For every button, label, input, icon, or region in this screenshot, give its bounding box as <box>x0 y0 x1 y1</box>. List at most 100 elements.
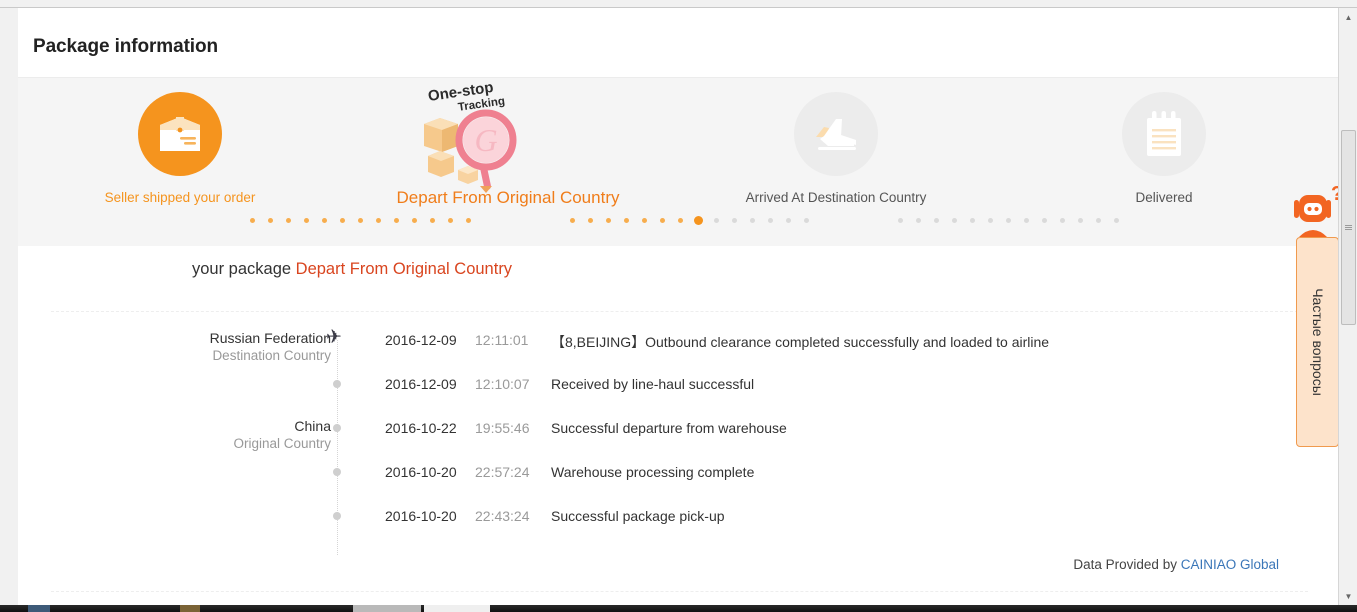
bullet-icon <box>331 378 343 390</box>
progress-dot <box>412 218 417 223</box>
progress-dot <box>394 218 399 223</box>
progress-dot <box>916 218 921 223</box>
progress-dot <box>358 218 363 223</box>
progress-step-delivered[interactable]: Delivered <box>1064 78 1264 205</box>
event-description: Successful package pick-up <box>551 508 725 524</box>
event-country-role: Original Country <box>233 436 331 451</box>
progress-dot <box>898 218 903 223</box>
scrollbar-thumb[interactable] <box>1341 130 1356 325</box>
progress-dot <box>988 218 993 223</box>
bullet-icon <box>331 422 343 434</box>
event-date: 2016-12-09 <box>385 376 457 392</box>
provider-prefix: Data Provided by <box>1073 557 1181 572</box>
taskbar-item[interactable] <box>180 605 200 612</box>
progress-dot <box>286 218 291 223</box>
bullet-icon <box>331 510 343 522</box>
taskbar-item[interactable] <box>28 605 50 612</box>
event-description: 【8,BEIJING】Outbound clearance completed … <box>551 334 1050 350</box>
tracking-events-list: Russian Federation Destination Country ✈ 20… <box>18 326 1338 555</box>
browser-chrome-strip <box>0 0 1357 8</box>
progress-step-arrived-destination[interactable]: Arrived At Destination Country <box>736 78 936 205</box>
progress-dot <box>786 218 791 223</box>
tracking-event-row: 2016-12-09 12:10:07 Received by line-haul … <box>18 370 1338 414</box>
airplane-icon: ✈ <box>326 327 342 348</box>
event-date: 2016-10-20 <box>385 464 457 480</box>
card-header: Package information <box>18 17 1338 77</box>
progress-dot <box>804 218 809 223</box>
progress-dot <box>642 218 647 223</box>
progress-dot <box>1078 218 1083 223</box>
event-time: 12:11:01 <box>475 332 529 348</box>
divider-top <box>51 311 1308 312</box>
one-stop-tracking-magnifier-icon: G One-stop Tracking <box>358 78 658 194</box>
event-country-role: Destination Country <box>212 348 331 363</box>
shipment-progress-tracker: Seller shipped your order G One-stop Tra… <box>18 77 1338 246</box>
progress-dot <box>934 218 939 223</box>
progress-step-label: Delivered <box>1135 190 1193 205</box>
event-description: Warehouse processing complete <box>551 464 755 480</box>
progress-step-depart-origin[interactable]: G One-stop Tracking Depart From Original… <box>358 78 658 208</box>
scroll-up-arrow-icon[interactable]: ▲ <box>1339 8 1357 26</box>
progress-dot <box>430 218 435 223</box>
taskbar-item[interactable] <box>424 605 490 612</box>
tracking-event-row: Russian Federation Destination Country ✈ 20… <box>18 326 1338 370</box>
progress-dot <box>768 218 773 223</box>
progress-dot <box>1042 218 1047 223</box>
scroll-down-arrow-icon[interactable]: ▼ <box>1339 587 1357 605</box>
svg-text:G: G <box>474 122 497 158</box>
progress-dot <box>250 218 255 223</box>
tracking-event-row: 2016-10-20 22:57:24 Warehouse processing c… <box>18 458 1338 502</box>
progress-dot <box>304 218 309 223</box>
status-highlight: Depart From Original Country <box>295 260 513 278</box>
event-time: 19:55:46 <box>475 420 530 436</box>
notepad-icon <box>1122 92 1206 176</box>
event-time: 12:10:07 <box>475 376 530 392</box>
event-date: 2016-10-22 <box>385 420 457 436</box>
progress-dot <box>750 218 755 223</box>
progress-dot <box>1096 218 1101 223</box>
event-date: 2016-12-09 <box>385 332 457 348</box>
scrollbar-grip-icon <box>1345 224 1352 231</box>
event-description: Successful departure from warehouse <box>551 420 787 436</box>
progress-dot <box>466 218 471 223</box>
progress-dot <box>1006 218 1011 223</box>
progress-dot <box>694 216 703 225</box>
faq-label-panel[interactable]: Частые вопросы <box>1296 237 1339 447</box>
progress-dot <box>732 218 737 223</box>
package-information-card: Package information Seller shipped your … <box>18 17 1338 246</box>
data-provider-note: Data Provided by CAINIAO Global <box>1073 557 1279 572</box>
progress-dot <box>322 218 327 223</box>
progress-step-label: Seller shipped your order <box>104 190 256 205</box>
progress-connector-2 <box>570 216 809 225</box>
vertical-scrollbar[interactable]: ▲ ▼ <box>1338 8 1357 605</box>
progress-dot <box>624 218 629 223</box>
progress-dot <box>952 218 957 223</box>
package-status-sentence: your package Depart From Original Countr… <box>18 260 1338 279</box>
progress-dot <box>376 218 381 223</box>
progress-dot <box>588 218 593 223</box>
browser-viewport: Package information Seller shipped your … <box>0 0 1357 612</box>
cainiao-global-link[interactable]: CAINIAO Global <box>1181 557 1279 572</box>
progress-dot <box>448 218 453 223</box>
bullet-icon <box>331 466 343 478</box>
package-box-icon <box>138 92 222 176</box>
page-title: Package information <box>33 36 218 57</box>
progress-dot <box>268 218 273 223</box>
event-time: 22:57:24 <box>475 464 530 480</box>
event-time: 22:43:24 <box>475 508 530 524</box>
progress-dot <box>714 218 719 223</box>
tracking-event-row: China Original Country 2016-10-22 19:55:46 S… <box>18 414 1338 458</box>
event-date: 2016-10-20 <box>385 508 457 524</box>
progress-dot <box>606 218 611 223</box>
os-taskbar[interactable] <box>0 605 1357 612</box>
tracking-event-row: 2016-10-20 22:43:24 Successful package pic… <box>18 502 1338 546</box>
progress-connector-3 <box>898 217 1130 224</box>
progress-dot <box>1114 218 1119 223</box>
status-prefix: your package <box>192 260 296 278</box>
page-left-gutter <box>0 8 18 605</box>
event-country: China Original Country <box>81 419 331 452</box>
event-country: Russian Federation Destination Country <box>81 331 331 364</box>
taskbar-item[interactable] <box>353 605 421 612</box>
progress-step-seller-shipped[interactable]: Seller shipped your order <box>80 78 280 205</box>
event-description: Received by line-haul successful <box>551 376 755 392</box>
